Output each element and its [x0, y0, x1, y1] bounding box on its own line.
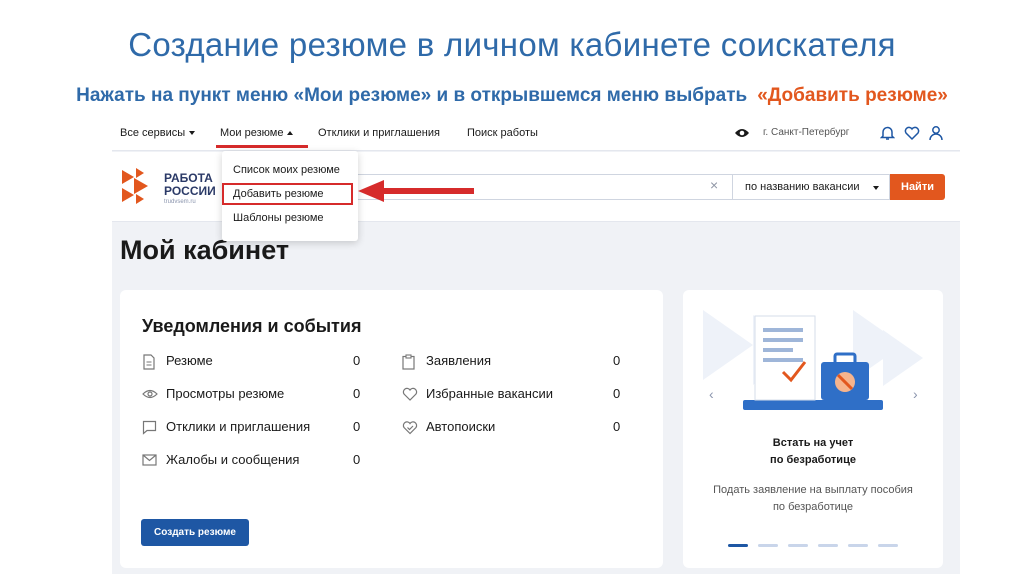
slide-subtitle: Нажать на пункт меню «Мои резюме» и в от…	[0, 85, 1024, 107]
nav-my-resumes[interactable]: Мои резюме	[220, 127, 294, 139]
chat-icon	[142, 420, 157, 435]
heart-icon	[402, 387, 418, 401]
stat-count: 0	[613, 419, 621, 434]
nav-my-resumes-label: Мои резюме	[220, 127, 284, 139]
city-selector[interactable]: г. Санкт-Петербург	[763, 127, 849, 138]
carousel-dot[interactable]	[758, 544, 778, 547]
highlight-underline	[216, 145, 308, 148]
clear-icon[interactable]: ×	[710, 177, 718, 193]
stat-label: Избранные вакансии	[426, 386, 554, 401]
promo-title-line-1: Встать на учет	[772, 437, 854, 449]
stat-label: Заявления	[426, 353, 492, 368]
stat-count: 0	[613, 386, 621, 401]
find-button[interactable]: Найти	[890, 174, 945, 200]
search-type-value: по названию вакансии	[745, 181, 860, 193]
notifications-card: Уведомления и события Резюме 0 Просмотры…	[120, 290, 663, 568]
screenshot: Все сервисы Мои резюме Отклики и приглаш…	[112, 117, 960, 574]
logo-text: РАБОТА РОССИИ	[164, 172, 216, 198]
promo-title-line-2: по безработице	[770, 454, 856, 466]
bell-icon[interactable]	[879, 125, 896, 144]
menu-item-resume-templates[interactable]: Шаблоны резюме	[233, 212, 324, 224]
notifications-title: Уведомления и события	[142, 316, 362, 336]
logo-icon[interactable]	[120, 166, 160, 211]
logo-line-2: РОССИИ	[164, 184, 216, 198]
stat-label: Жалобы и сообщения	[166, 452, 300, 467]
promo-illustration	[703, 310, 923, 410]
carousel-prev-button[interactable]: ‹	[709, 386, 714, 402]
promo-title: Встать на учет по безработице	[683, 435, 943, 469]
heart-icon[interactable]	[904, 125, 920, 144]
menu-item-resume-list[interactable]: Список моих резюме	[233, 164, 340, 176]
carousel-dot[interactable]	[788, 544, 808, 547]
chevron-up-icon	[287, 131, 294, 136]
stat-count: 0	[353, 353, 361, 368]
slide-subtitle-highlight: «Добавить резюме»	[757, 85, 948, 106]
promo-description: Подать заявление на выплату пособия по б…	[683, 482, 943, 516]
nav-all-services[interactable]: Все сервисы	[120, 127, 196, 139]
chevron-down-icon	[873, 186, 879, 190]
highlight-box	[222, 183, 353, 205]
autosearch-icon	[402, 421, 418, 435]
carousel-dot[interactable]	[818, 544, 838, 547]
carousel-dot[interactable]	[728, 544, 748, 547]
document-icon	[143, 354, 155, 370]
chevron-down-icon	[189, 131, 196, 136]
red-pointer-arrow-icon	[358, 180, 474, 202]
logo-url: trudvsem.ru	[164, 199, 196, 205]
nav-job-search[interactable]: Поиск работы	[467, 127, 538, 139]
promo-desc-line-2: по безработице	[772, 501, 854, 513]
slide: Создание резюме в личном кабинете соиска…	[0, 0, 1024, 574]
promo-card: ‹ › Встать на учет по безработице Подать…	[683, 290, 943, 568]
carousel-dot[interactable]	[878, 544, 898, 547]
nav-all-services-label: Все сервисы	[120, 127, 186, 139]
create-resume-button[interactable]: Создать резюме	[141, 519, 249, 546]
carousel-next-button[interactable]: ›	[913, 386, 918, 402]
user-icon[interactable]	[929, 125, 943, 144]
stat-count: 0	[353, 386, 361, 401]
stat-label: Автопоиски	[426, 419, 496, 434]
search-type-select[interactable]: по названию вакансии	[732, 174, 890, 200]
stat-count: 0	[353, 452, 361, 467]
clipboard-icon	[402, 354, 415, 370]
my-resumes-dropdown: Список моих резюме Добавить резюме Шабло…	[222, 151, 358, 241]
slide-title: Создание резюме в личном кабинете соиска…	[128, 26, 896, 63]
stat-label: Отклики и приглашения	[166, 419, 311, 434]
slide-subtitle-text: Нажать на пункт меню «Мои резюме» и в от…	[76, 85, 748, 106]
eye-icon	[142, 389, 158, 399]
promo-desc-line-1: Подать заявление на выплату пособия	[713, 484, 913, 496]
accessibility-eye-icon[interactable]	[734, 127, 750, 142]
carousel-dot[interactable]	[848, 544, 868, 547]
stat-label: Просмотры резюме	[166, 386, 285, 401]
mail-icon	[142, 454, 157, 466]
stat-label: Резюме	[166, 353, 213, 368]
top-navigation: Все сервисы Мои резюме Отклики и приглаш…	[112, 117, 960, 151]
nav-responses[interactable]: Отклики и приглашения	[318, 127, 440, 139]
stat-count: 0	[353, 419, 361, 434]
stat-count: 0	[613, 353, 621, 368]
